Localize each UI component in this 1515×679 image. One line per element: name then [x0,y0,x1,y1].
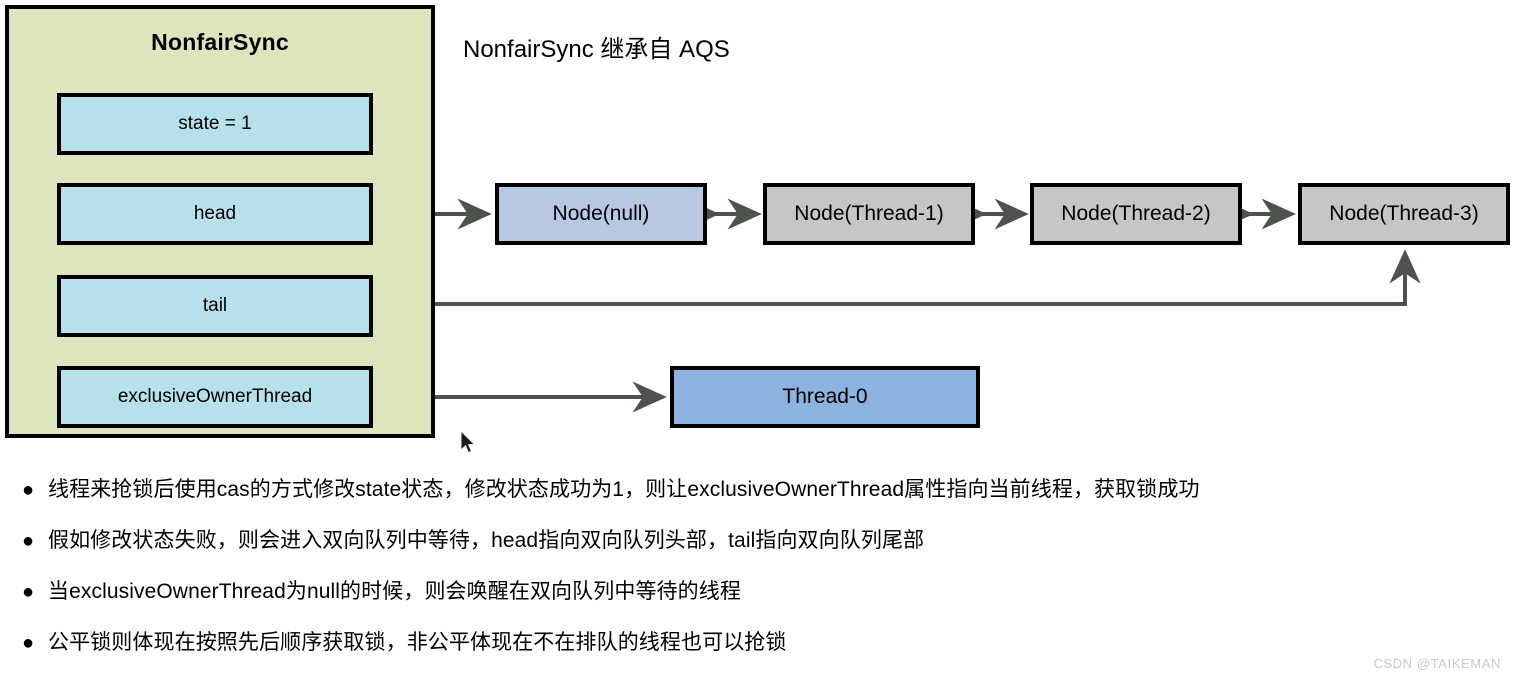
queue-node-thread-3-label: Node(Thread-3) [1329,202,1479,225]
mouse-cursor-icon [460,430,476,454]
watermark: CSDN @TAIKEMAN [1373,656,1501,671]
note-text: 当exclusiveOwnerThread为null的时候，则会唤醒在双向队列中… [48,580,741,603]
bullet-icon: ● [22,530,35,552]
field-tail: tail [57,275,373,337]
field-head: head [57,183,373,245]
field-exclusive-owner-thread: exclusiveOwnerThread [57,366,373,428]
note-text: 公平锁则体现在按照先后顺序获取锁，非公平体现在不在排队的线程也可以抢锁 [48,631,787,654]
queue-node-null-label: Node(null) [552,202,650,225]
queue-node-thread-1: Node(Thread-1) [763,183,975,245]
aqs-caption: NonfairSync 继承自 AQS [463,36,730,63]
bullet-icon: ● [22,479,35,501]
queue-node-thread-3: Node(Thread-3) [1298,183,1510,245]
owner-thread-label: Thread-0 [782,385,868,408]
field-state-label: state = 1 [178,113,252,134]
list-item: ● 假如修改状态失败，则会进入双向队列中等待，head指向双向队列头部，tail… [0,521,1515,572]
field-head-label: head [193,203,237,224]
note-text: 线程来抢锁后使用cas的方式修改state状态，修改状态成功为1，则让exclu… [48,478,1200,501]
queue-node-thread-2-label: Node(Thread-2) [1061,202,1211,225]
nonfairsync-title: NonfairSync [151,29,289,55]
list-item: ● 当exclusiveOwnerThread为null的时候，则会唤醒在双向队… [0,572,1515,623]
field-exclusive-owner-thread-label: exclusiveOwnerThread [117,386,313,407]
field-tail-label: tail [202,295,228,316]
owner-thread-box: Thread-0 [670,366,980,428]
list-item: ● 公平锁则体现在按照先后顺序获取锁，非公平体现在不在排队的线程也可以抢锁 [0,623,1515,674]
queue-node-null: Node(null) [495,183,707,245]
queue-node-thread-2: Node(Thread-2) [1030,183,1242,245]
note-text: 假如修改状态失败，则会进入双向队列中等待，head指向双向队列头部，tail指向… [48,529,925,552]
bullet-icon: ● [22,632,35,654]
aqs-diagram: NonfairSync state = 1 head tail exclusiv… [0,0,1515,462]
notes-list: ● 线程来抢锁后使用cas的方式修改state状态，修改状态成功为1，则让exc… [0,470,1515,674]
bullet-icon: ● [22,581,35,603]
page-root: NonfairSync state = 1 head tail exclusiv… [0,0,1515,679]
queue-node-thread-1-label: Node(Thread-1) [794,202,944,225]
field-state: state = 1 [57,93,373,155]
list-item: ● 线程来抢锁后使用cas的方式修改state状态，修改状态成功为1，则让exc… [0,470,1515,521]
